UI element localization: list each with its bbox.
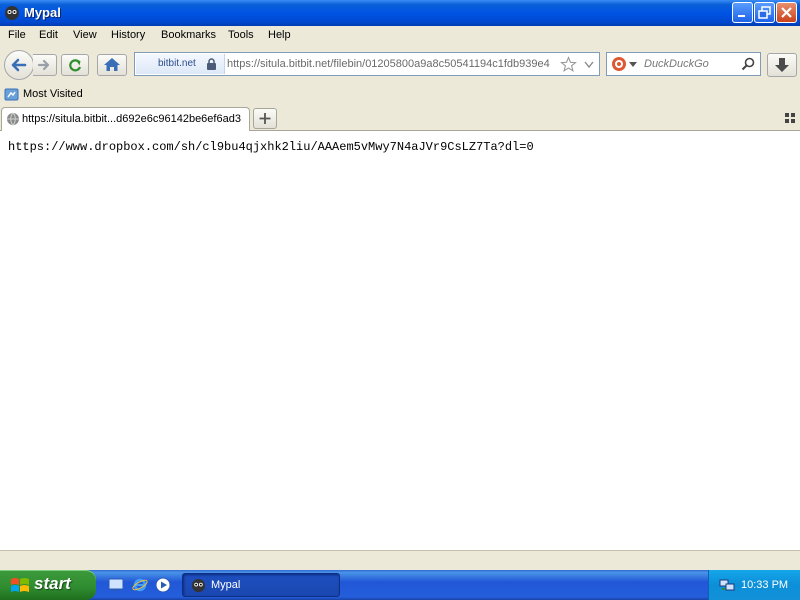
close-icon bbox=[781, 7, 792, 18]
menu-help[interactable]: Help bbox=[268, 29, 291, 41]
search-input[interactable]: DuckDuckGo bbox=[644, 58, 709, 70]
menu-history[interactable]: History bbox=[111, 29, 145, 41]
page-content[interactable]: https://www.dropbox.com/sh/cl9bu4qjxhk2l… bbox=[0, 131, 800, 550]
forward-arrow-icon bbox=[37, 59, 50, 71]
title-bar[interactable]: Mypal bbox=[0, 0, 800, 26]
tab-title: https://situla.bitbit...d692e6c96142be6e… bbox=[22, 113, 241, 125]
reload-button[interactable] bbox=[61, 54, 89, 76]
start-button[interactable]: start bbox=[0, 570, 96, 600]
mypal-app-icon bbox=[5, 6, 19, 20]
network-icon[interactable] bbox=[719, 577, 735, 593]
navigation-toolbar: bitbit.net https://situla.bitbit.net/fil… bbox=[0, 46, 800, 84]
window-title: Mypal bbox=[24, 5, 61, 20]
back-button[interactable] bbox=[4, 50, 34, 80]
taskbar-item-label: Mypal bbox=[211, 579, 241, 591]
page-text: https://www.dropbox.com/sh/cl9bu4qjxhk2l… bbox=[8, 140, 534, 154]
reload-icon bbox=[69, 59, 82, 72]
site-identity-label: bitbit.net bbox=[158, 58, 196, 69]
home-button[interactable] bbox=[97, 54, 127, 76]
new-tab-button[interactable] bbox=[253, 108, 277, 129]
plus-icon bbox=[259, 113, 271, 124]
globe-favicon-icon bbox=[7, 112, 19, 126]
padlock-icon bbox=[207, 58, 216, 70]
history-dropdown-icon[interactable] bbox=[583, 60, 595, 69]
menu-bookmarks[interactable]: Bookmarks bbox=[161, 29, 216, 41]
menu-file[interactable]: File bbox=[8, 29, 26, 41]
menu-edit[interactable]: Edit bbox=[39, 29, 58, 41]
most-visited-folder-icon bbox=[4, 88, 19, 101]
tab-strip: https://situla.bitbit...d692e6c96142be6e… bbox=[0, 105, 800, 131]
url-text: https://situla.bitbit.net/filebin/012058… bbox=[227, 58, 550, 70]
duckduckgo-engine-icon[interactable] bbox=[611, 56, 627, 72]
show-desktop-icon[interactable] bbox=[108, 577, 124, 593]
minimize-icon bbox=[738, 15, 745, 17]
media-player-icon[interactable] bbox=[155, 577, 171, 593]
system-tray: 10:33 PM bbox=[708, 570, 800, 600]
menu-view[interactable]: View bbox=[73, 29, 97, 41]
windows-logo-icon bbox=[11, 578, 29, 592]
restore-button[interactable] bbox=[754, 2, 775, 23]
most-visited-bookmark[interactable]: Most Visited bbox=[23, 88, 83, 100]
close-button[interactable] bbox=[776, 2, 797, 23]
menu-tools[interactable]: Tools bbox=[228, 29, 254, 41]
minimize-button[interactable] bbox=[732, 2, 753, 23]
download-arrow-icon bbox=[775, 58, 789, 72]
bookmarks-toolbar: Most Visited bbox=[0, 84, 800, 106]
start-label: start bbox=[34, 574, 71, 593]
list-all-tabs-icon[interactable] bbox=[785, 113, 795, 123]
url-bar[interactable]: bitbit.net https://situla.bitbit.net/fil… bbox=[134, 52, 600, 76]
menu-bar: File Edit View History Bookmarks Tools H… bbox=[0, 26, 800, 46]
tab-active[interactable]: https://situla.bitbit...d692e6c96142be6e… bbox=[1, 107, 250, 131]
downloads-button[interactable] bbox=[767, 53, 797, 77]
search-bar[interactable]: DuckDuckGo bbox=[606, 52, 761, 76]
status-bar bbox=[0, 550, 800, 571]
forward-button[interactable] bbox=[33, 54, 57, 76]
restore-icon bbox=[758, 6, 771, 19]
internet-explorer-icon[interactable] bbox=[132, 577, 148, 593]
taskbar: start Mypal 10:33 PM bbox=[0, 570, 800, 600]
home-icon bbox=[104, 58, 120, 71]
back-arrow-icon bbox=[11, 58, 27, 72]
taskbar-item-mypal[interactable]: Mypal bbox=[182, 573, 340, 597]
site-identity-box[interactable]: bitbit.net bbox=[136, 54, 225, 74]
clock[interactable]: 10:33 PM bbox=[741, 579, 788, 591]
engine-dropdown-icon[interactable] bbox=[629, 62, 637, 68]
search-icon[interactable] bbox=[741, 57, 755, 71]
bookmark-star-icon[interactable] bbox=[560, 56, 577, 73]
mypal-taskbar-icon bbox=[191, 578, 206, 593]
